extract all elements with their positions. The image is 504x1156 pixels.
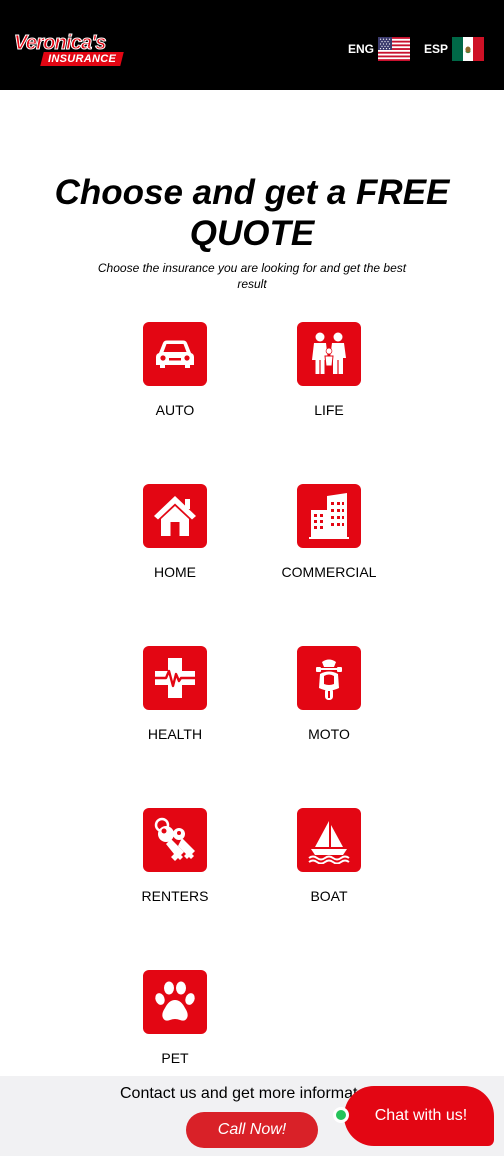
logo-text-main: Veronica's: [14, 32, 107, 55]
online-status-indicator: [333, 1107, 349, 1123]
product-label: AUTO: [155, 402, 195, 418]
paw-icon: [155, 981, 195, 1021]
page-title: Choose and get a FREE QUOTE: [54, 173, 450, 253]
chat-with-us-button[interactable]: Chat with us!: [344, 1086, 494, 1146]
language-english-button[interactable]: ENG: [348, 37, 411, 61]
house-icon: [154, 496, 196, 536]
product-label: LIFE: [314, 402, 344, 418]
site-header: Veronica's INSURANCE ENG ESP: [0, 0, 504, 90]
product-tile-boat[interactable]: BOAT: [254, 808, 404, 918]
product-label: BOAT: [310, 888, 348, 904]
language-spanish-button[interactable]: ESP: [424, 37, 485, 61]
product-label: HOME: [154, 564, 196, 580]
sailboat-icon: [308, 821, 350, 864]
product-tile-home[interactable]: HOME: [100, 484, 250, 594]
product-tile-life[interactable]: LIFE: [254, 322, 404, 432]
mexico-flag-icon: [452, 37, 485, 61]
product-label: RENTERS: [141, 888, 209, 904]
product-tile-renters[interactable]: RENTERS: [100, 808, 250, 918]
veronicas-insurance-logo[interactable]: Veronica's INSURANCE: [14, 32, 130, 70]
language-code-esp: ESP: [424, 42, 449, 56]
keys-icon: [154, 817, 195, 861]
product-label: MOTO: [308, 726, 350, 742]
page-subtitle: Choose the insurance you are looking for…: [97, 261, 407, 291]
product-tile-moto[interactable]: MOTO: [254, 646, 404, 756]
building-icon: [309, 493, 349, 539]
call-now-button[interactable]: Call Now!: [186, 1112, 318, 1148]
product-label: COMMERCIAL: [281, 564, 377, 580]
product-tile-auto[interactable]: AUTO: [100, 322, 250, 432]
product-tile-health[interactable]: HEALTH: [100, 646, 250, 756]
product-tile-pet[interactable]: PET: [100, 970, 250, 1080]
family-icon: [312, 332, 346, 374]
medical-cross-icon: [153, 658, 197, 698]
product-label: PET: [161, 1050, 189, 1066]
car-icon: [156, 340, 194, 368]
motorcycle-icon: [316, 659, 342, 700]
language-code-eng: ENG: [348, 42, 375, 56]
product-tile-commercial[interactable]: COMMERCIAL: [254, 484, 404, 594]
logo-text-banner: INSURANCE: [40, 52, 124, 66]
us-flag-icon: [378, 37, 411, 61]
product-label: HEALTH: [147, 726, 203, 742]
